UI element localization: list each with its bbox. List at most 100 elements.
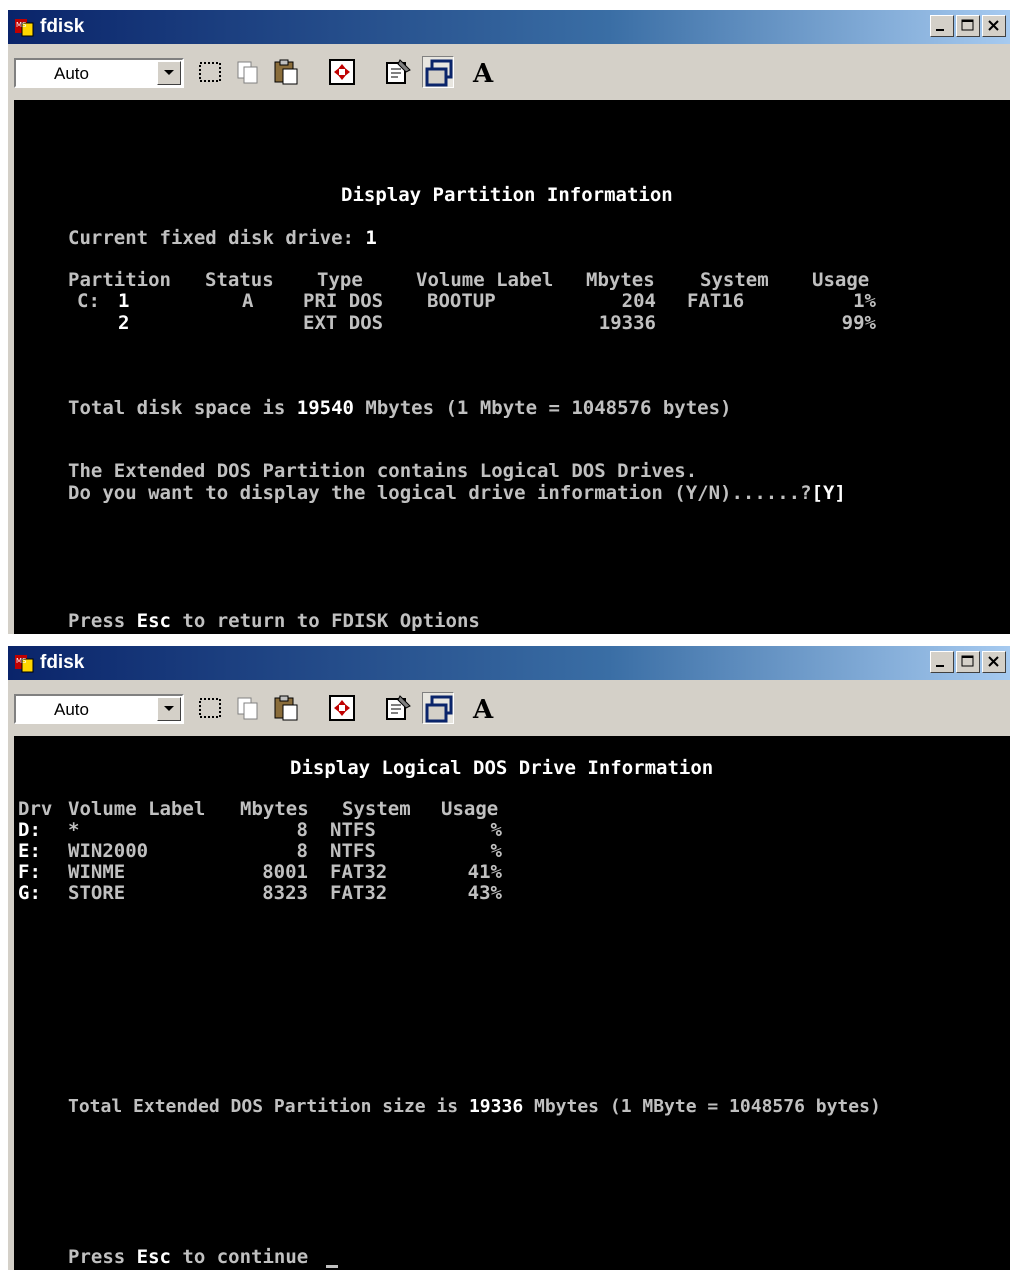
paste-button[interactable]: [270, 692, 302, 724]
font-button-label: A: [472, 59, 494, 88]
window-title: fdisk: [40, 16, 85, 37]
row-mbytes: 19336: [598, 312, 656, 334]
font-size-select[interactable]: Auto: [14, 694, 184, 724]
total-prefix: Total Extended DOS Partition size is: [68, 1096, 469, 1117]
display-logical-prompt[interactable]: Do you want to display the logical drive…: [68, 482, 846, 504]
properties-icon: [386, 695, 411, 720]
background-button[interactable]: [422, 56, 454, 88]
svg-text:MS: MS: [16, 657, 27, 665]
row-mbytes: 204: [621, 290, 656, 312]
header-usage: Usage: [441, 798, 499, 820]
maximize-button[interactable]: [956, 15, 980, 37]
title-bar[interactable]: MS fdisk: [8, 646, 1010, 680]
properties-button[interactable]: [382, 692, 414, 724]
total-value: 19336: [468, 1096, 524, 1117]
minimize-icon: [936, 665, 944, 667]
properties-icon: [386, 59, 411, 84]
row-type: PRI DOS: [303, 290, 384, 312]
background-button[interactable]: [422, 692, 454, 724]
fdisk-window-partition: MS fdisk Auto A Display Partition Inform…: [8, 10, 1010, 634]
maximize-button[interactable]: [956, 651, 980, 673]
text-cursor: [326, 1265, 338, 1268]
window-title: fdisk: [40, 652, 85, 673]
msdos-app-icon: MS: [15, 655, 34, 673]
total-suffix: Mbytes (1 Mbyte = 1048576 bytes): [353, 397, 732, 419]
font-size-select[interactable]: Auto: [14, 58, 184, 88]
minimize-button[interactable]: [930, 15, 954, 37]
row-drv: E:: [18, 840, 41, 862]
copy-icon: [237, 61, 258, 84]
close-icon: [988, 656, 999, 667]
header-type: Type: [317, 269, 363, 291]
header-system: System: [700, 269, 769, 291]
maximize-icon: [961, 19, 974, 31]
row-type: EXT DOS: [303, 312, 384, 334]
header-system: System: [342, 798, 411, 820]
paste-button[interactable]: [270, 56, 302, 88]
close-button[interactable]: [982, 651, 1006, 673]
svg-text:MS: MS: [16, 21, 27, 29]
copy-button[interactable]: [232, 56, 264, 88]
footer-prefix: Press: [68, 610, 137, 632]
row-drive: C:: [77, 290, 100, 312]
extended-partition-line: The Extended DOS Partition contains Logi…: [68, 460, 698, 482]
row-usage: 1%: [853, 290, 876, 312]
properties-button[interactable]: [382, 56, 414, 88]
total-value: 19540: [296, 397, 354, 419]
footer-prefix: Press: [68, 1246, 137, 1268]
prompt-answer: [Y]: [811, 482, 846, 504]
row-usage: 41%: [467, 861, 502, 883]
total-prefix: Total disk space is: [68, 397, 297, 419]
close-icon: [988, 20, 999, 31]
screen-heading: Display Logical DOS Drive Information: [290, 757, 714, 779]
footer-instruction: Press Esc to return to FDISK Options: [68, 610, 480, 632]
total-extended-size-line: Total Extended DOS Partition size is 193…: [68, 1096, 881, 1118]
row-mbytes: 8: [296, 819, 308, 841]
maximize-icon: [961, 655, 974, 667]
header-partition: Partition: [68, 269, 171, 291]
row-label: WIN2000: [68, 840, 149, 862]
header-mbytes: Mbytes: [240, 798, 309, 820]
current-drive-label: Current fixed disk drive:: [68, 227, 366, 249]
fullscreen-button[interactable]: [326, 692, 358, 724]
header-drv: Drv: [18, 798, 53, 820]
title-bar[interactable]: MS fdisk: [8, 10, 1010, 44]
row-mbytes: 8323: [262, 882, 308, 904]
row-partition: 2: [118, 312, 130, 334]
paste-icon: [274, 59, 298, 85]
chevron-down-icon: [164, 706, 174, 711]
font-button[interactable]: A: [468, 692, 500, 725]
dropdown-arrow-button[interactable]: [157, 61, 181, 85]
footer-instruction: Press Esc to continue: [68, 1246, 308, 1268]
row-drv: F:: [18, 861, 41, 883]
row-partition: 1: [118, 290, 130, 312]
dropdown-arrow-button[interactable]: [157, 697, 181, 721]
mark-button[interactable]: [194, 692, 226, 724]
fullscreen-icon: [329, 59, 355, 85]
row-label: BOOTUP: [427, 290, 496, 312]
footer-suffix: to return to FDISK Options: [170, 610, 480, 632]
row-system: FAT32: [330, 882, 388, 904]
row-label: STORE: [68, 882, 126, 904]
copy-button[interactable]: [232, 692, 264, 724]
footer-key: Esc: [136, 610, 171, 632]
row-system: NTFS: [330, 840, 376, 862]
header-volume-label: Volume Label: [68, 798, 206, 820]
header-volume-label: Volume Label: [416, 269, 554, 291]
current-drive-number: 1: [365, 227, 377, 249]
row-usage: 43%: [467, 882, 502, 904]
row-system: FAT16: [687, 290, 745, 312]
close-button[interactable]: [982, 15, 1006, 37]
row-mbytes: 8: [296, 840, 308, 862]
mark-icon: [199, 698, 221, 718]
header-mbytes: Mbytes: [586, 269, 655, 291]
row-mbytes: 8001: [262, 861, 308, 883]
font-button[interactable]: A: [468, 56, 500, 89]
row-drv: G:: [18, 882, 41, 904]
mark-button[interactable]: [194, 56, 226, 88]
header-status: Status: [205, 269, 274, 291]
minimize-button[interactable]: [930, 651, 954, 673]
screen-heading: Display Partition Information: [341, 184, 673, 206]
msdos-app-icon: MS: [15, 19, 34, 37]
fullscreen-button[interactable]: [326, 56, 358, 88]
